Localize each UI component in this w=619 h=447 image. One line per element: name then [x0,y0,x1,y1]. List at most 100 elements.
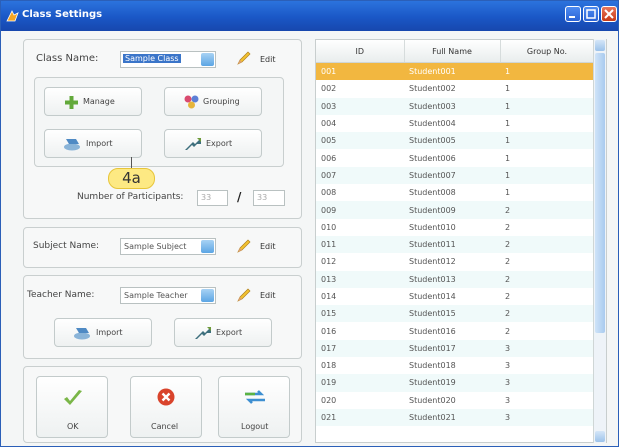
logout-icon [245,390,265,404]
export-button[interactable]: Export [164,129,262,158]
cell-full-name: Student015 [404,305,500,323]
export-icon [195,327,211,339]
cancel-button[interactable]: Cancel [130,376,202,438]
student-table: ID Full Name Group No. 001 Student001 1 002… [315,39,607,443]
participants-total-field[interactable]: 33 [253,190,285,206]
scroll-thumb[interactable] [595,53,605,333]
table-body: 001 Student001 1 002 Student002 1 003 Student00… [316,62,594,427]
cell-full-name: Student006 [404,149,500,167]
title-bar[interactable]: Class Settings [1,1,618,31]
table-row[interactable]: 021 Student021 3 [316,408,594,427]
cell-id: 002 [316,80,404,98]
table-row[interactable]: 012 Student012 2 [316,253,594,271]
table-row[interactable]: 006 Student006 1 [316,149,594,167]
cell-id: 013 [316,270,404,288]
table-row[interactable]: 015 Student015 2 [316,305,594,323]
cell-group-no: 2 [500,235,594,254]
chevron-down-icon[interactable] [201,289,214,302]
subject-name-label: Subject Name: [33,241,100,251]
table-row[interactable]: 003 Student003 1 [316,97,594,115]
cell-full-name: Student013 [404,270,500,288]
table-row[interactable]: 014 Student014 2 [316,287,594,306]
class-name-select[interactable]: Sample Class [120,51,216,68]
cell-group-no: 3 [500,374,594,392]
cell-group-no: 2 [500,253,594,271]
teacher-name-select[interactable]: Sample Teacher [120,287,216,304]
subject-group: Subject Name: Sample Subject Edit [23,227,302,268]
table-row[interactable]: 004 Student004 1 [316,114,594,133]
table-row[interactable]: 002 Student002 1 [316,80,594,98]
table-row[interactable]: 018 Student018 3 [316,357,594,375]
cell-group-no: 2 [500,287,594,306]
actions-group: OK Cancel Logout [23,366,302,443]
cell-group-no: 3 [500,391,594,409]
cancel-label: Cancel [151,422,179,431]
table-row[interactable]: 009 Student009 2 [316,201,594,219]
cell-group-no: 3 [500,339,594,358]
table-row[interactable]: 017 Student017 3 [316,339,594,358]
chevron-down-icon[interactable] [201,53,214,66]
teacher-import-button[interactable]: Import [54,318,152,347]
import-button[interactable]: Import [44,129,142,158]
ok-button[interactable]: OK [36,376,108,438]
teacher-name-value: Sample Teacher [124,291,188,300]
cell-group-no: 1 [500,149,594,167]
column-header-group-no[interactable]: Group No. [500,40,595,63]
table-row[interactable]: 013 Student013 2 [316,270,594,288]
table-row[interactable]: 008 Student008 1 [316,184,594,202]
close-button[interactable] [601,6,617,22]
scroll-up-icon[interactable] [595,40,605,51]
teacher-export-label: Export [216,328,243,337]
ok-label: OK [67,422,79,431]
cell-full-name: Student014 [404,287,500,306]
table-row[interactable]: 011 Student011 2 [316,235,594,254]
teacher-edit-button[interactable]: Edit [260,291,276,300]
subject-edit-button[interactable]: Edit [260,242,276,251]
column-header-full-name[interactable]: Full Name [404,40,501,63]
plus-icon [65,96,78,109]
table-scrollbar[interactable] [593,39,606,443]
table-row[interactable]: 001 Student001 1 [316,62,594,81]
cell-id: 001 [316,62,404,81]
table-row[interactable]: 007 Student007 1 [316,166,594,185]
grouping-icon [184,95,199,109]
grouping-button[interactable]: Grouping [164,87,262,116]
cell-id: 011 [316,235,404,254]
column-header-id[interactable]: ID [316,40,405,63]
cell-group-no: 1 [500,132,594,150]
logout-button[interactable]: Logout [218,376,290,438]
table-row[interactable]: 020 Student020 3 [316,391,594,409]
cell-id: 014 [316,287,404,306]
chevron-down-icon[interactable] [201,240,214,253]
cell-full-name: Student011 [404,235,500,254]
subject-name-select[interactable]: Sample Subject [120,238,216,255]
pencil-icon[interactable] [236,238,252,254]
cell-group-no: 2 [500,322,594,340]
cell-group-no: 1 [500,166,594,185]
cell-group-no: 1 [500,80,594,98]
class-actions-panel: Manage Grouping Import Export [34,77,284,167]
table-header-row: ID Full Name Group No. [316,40,595,63]
teacher-group: Teacher Name: Sample Teacher Edit Import… [23,275,302,359]
cell-full-name: Student012 [404,253,500,271]
table-row[interactable]: 010 Student010 2 [316,218,594,236]
cell-group-no: 1 [500,97,594,115]
class-edit-button[interactable]: Edit [260,55,276,64]
import-icon [64,139,80,151]
cell-group-no: 1 [500,114,594,133]
maximize-button[interactable] [583,6,599,22]
teacher-export-button[interactable]: Export [174,318,272,347]
class-group: Class Name: Sample Class Edit Manage Gro… [23,39,302,219]
pencil-icon[interactable] [236,287,252,303]
table-row[interactable]: 005 Student005 1 [316,132,594,150]
table-row[interactable]: 019 Student019 3 [316,374,594,392]
table-row[interactable]: 016 Student016 2 [316,322,594,340]
manage-button[interactable]: Manage [44,87,142,116]
minimize-button[interactable] [565,6,581,22]
callout-badge: 4a [108,168,155,189]
participants-current-field[interactable]: 33 [197,190,228,206]
cell-id: 016 [316,322,404,340]
pencil-icon[interactable] [236,50,252,66]
scroll-down-icon[interactable] [595,431,605,442]
cell-id: 004 [316,114,404,133]
